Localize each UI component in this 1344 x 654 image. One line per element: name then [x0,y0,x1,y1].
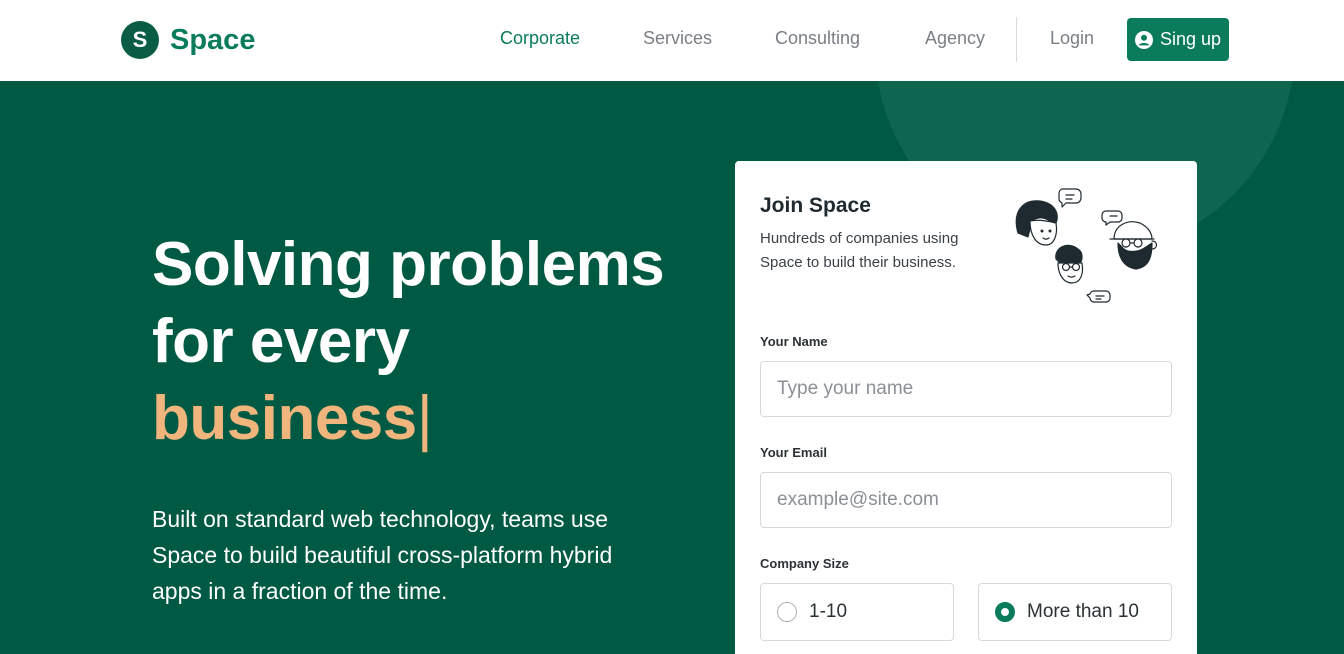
nav-divider [1016,17,1017,62]
card-subtitle: Hundreds of companies using Space to bui… [760,230,959,271]
login-link[interactable]: Login [1050,28,1094,49]
company-size-option-more-than-10[interactable]: More than 10 [978,583,1172,641]
signup-button[interactable]: Sing up [1127,18,1229,61]
email-label: Your Email [760,445,827,460]
nav-link-agency[interactable]: Agency [925,28,985,49]
nav-link-consulting[interactable]: Consulting [775,28,860,49]
signup-label: Sing up [1159,29,1222,49]
headline-line-2: for every [152,307,410,376]
card-title: Join Space [760,194,871,217]
company-size-option-1-10[interactable]: 1-10 [760,583,954,641]
email-input[interactable]: example@site.com [760,472,1172,528]
name-input[interactable]: Type your name [760,361,1172,417]
company-size-label: Company Size [760,556,849,571]
nav-link-services[interactable]: Services [643,28,712,49]
radio-selected-icon[interactable] [995,602,1015,622]
option-label: 1-10 [809,601,848,622]
hero-section: Solving problems for every business| Bui… [0,81,1344,654]
headline-accent-word: business [152,384,417,453]
nav-link-corporate[interactable]: Corporate [500,28,580,49]
hero-description: Built on standard web technology, teams … [152,506,613,604]
headline-line-1: Solving problems [152,230,665,299]
radio-unselected-icon[interactable] [777,602,797,622]
name-label: Your Name [760,334,828,349]
brand-logo-icon: S [121,21,159,59]
brand-name: Space [170,23,256,56]
signup-card: Join Space Hundreds of companies using S… [735,161,1197,654]
brand-logo-link[interactable]: S Space [121,21,255,59]
option-label: More than 10 [1027,601,1139,622]
hero-headline: Solving problems for every business| [152,226,665,457]
people-chatting-illustration [1015,188,1158,303]
typing-cursor: | [416,384,433,453]
top-navbar: S Space Corporate Services Consulting Ag… [0,0,1344,81]
user-circle-icon [1134,30,1153,49]
